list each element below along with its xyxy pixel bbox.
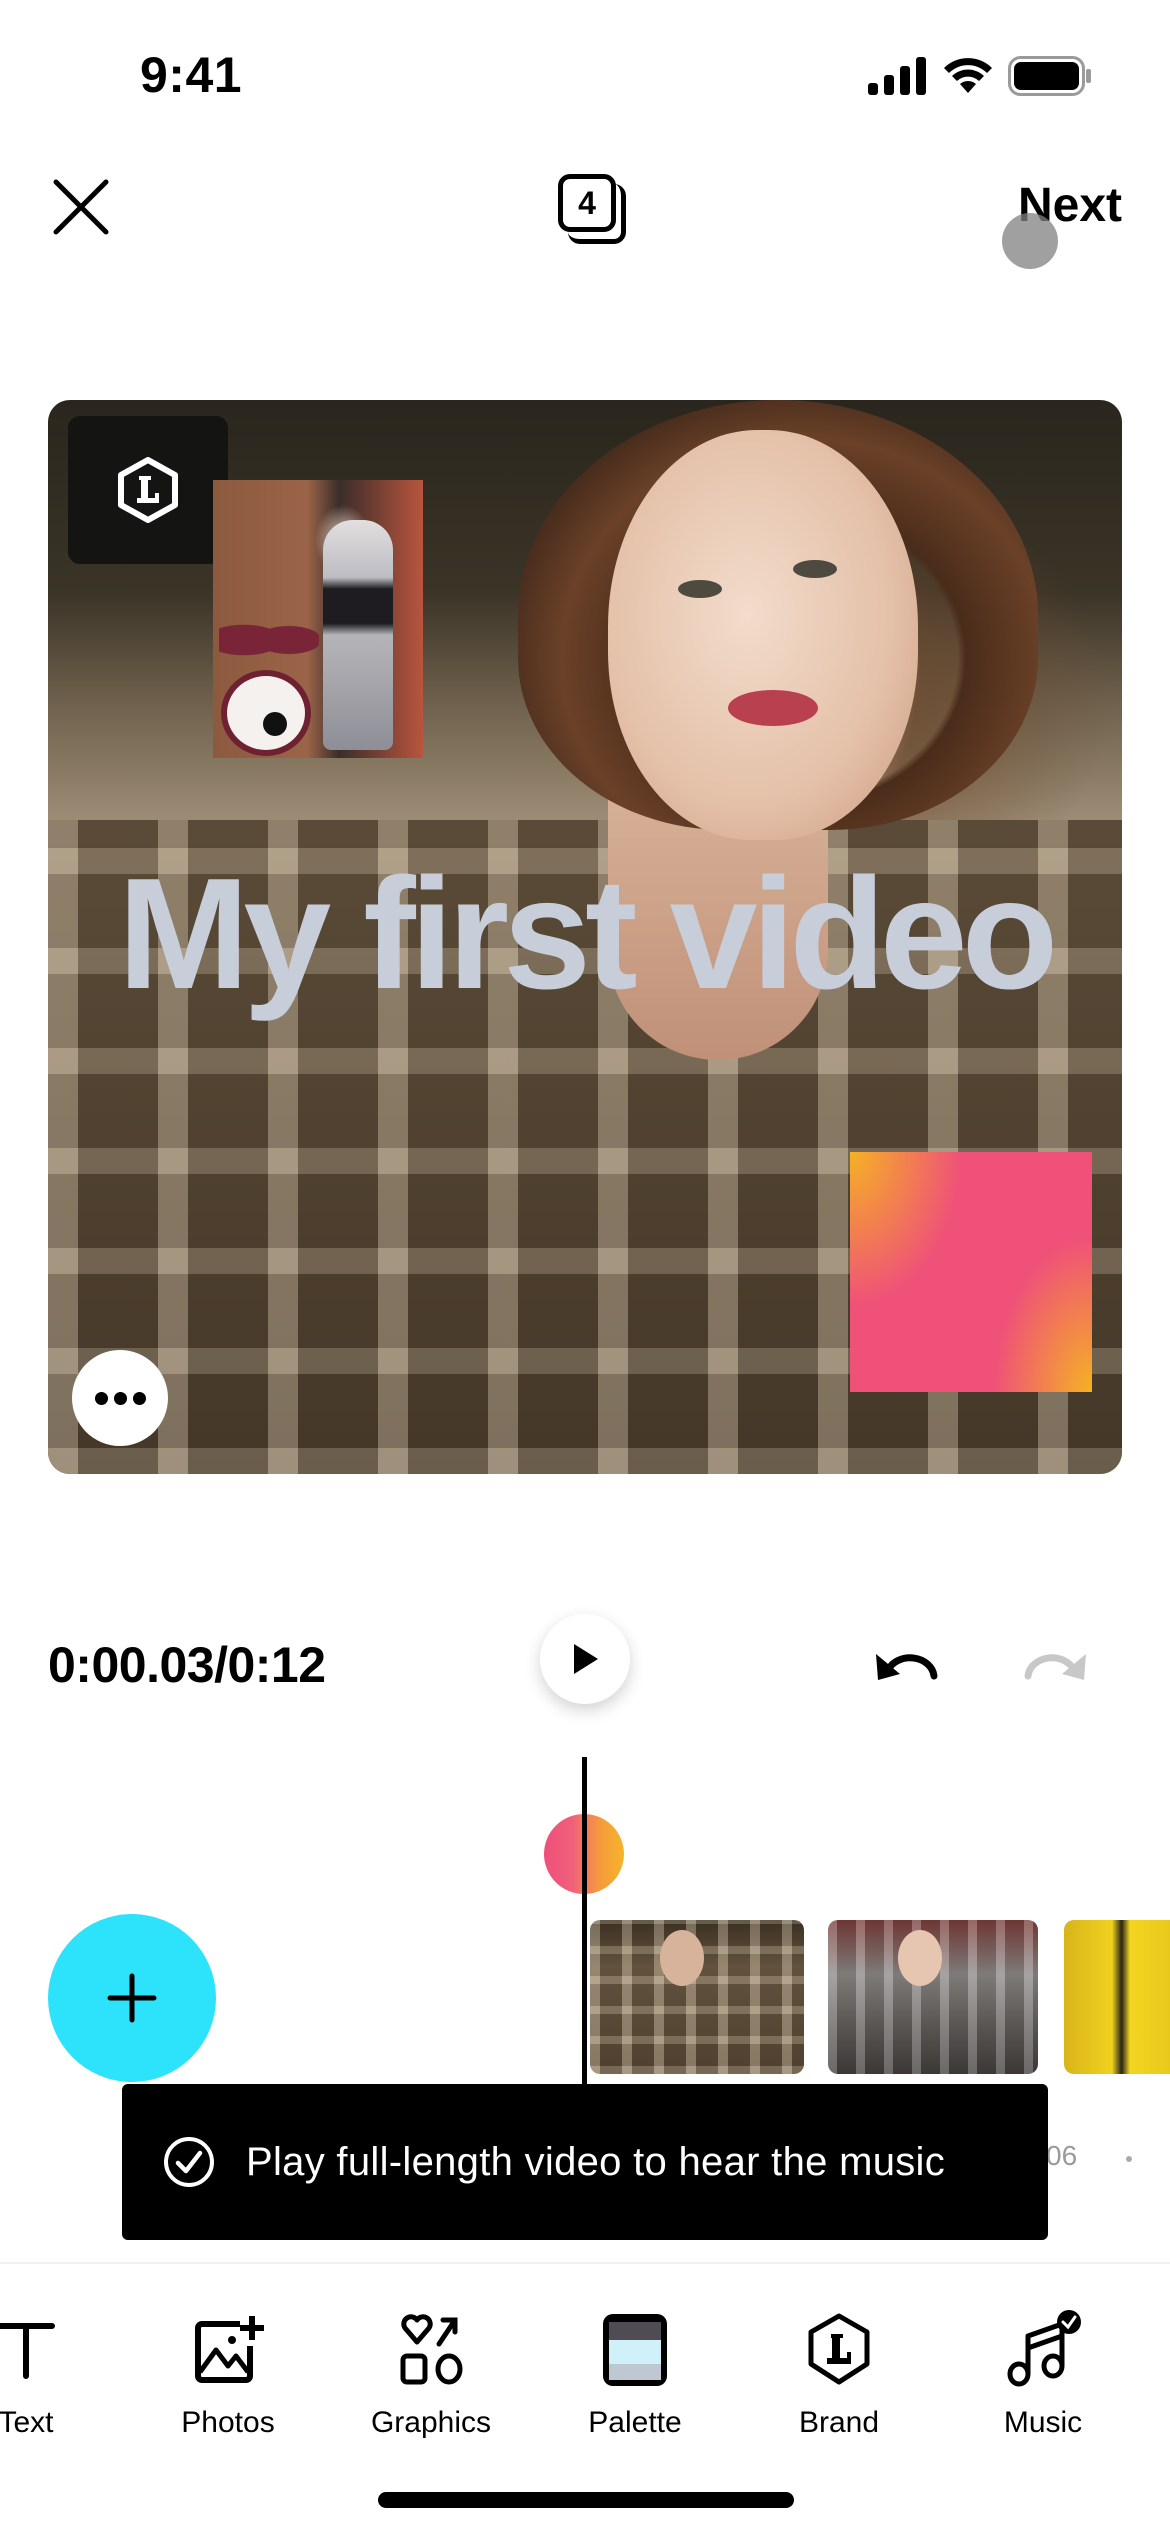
background-photo-face	[608, 430, 918, 840]
timeline-tick-dot	[1126, 2156, 1132, 2162]
timeline-clip[interactable]	[1064, 1920, 1170, 2074]
add-photo-icon	[195, 2316, 264, 2383]
close-icon	[53, 179, 109, 235]
bass-drum	[221, 670, 311, 756]
status-time: 9:41	[140, 47, 243, 103]
eye	[678, 580, 722, 598]
tool-palette[interactable]: Palette	[545, 2310, 725, 2440]
page-count: 4	[558, 174, 616, 232]
tool-text[interactable]: Text	[0, 2310, 116, 2440]
play-icon	[574, 1644, 598, 1674]
close-button[interactable]	[50, 176, 112, 238]
undo-icon	[876, 1654, 938, 1680]
tool-brand[interactable]: Brand	[749, 2310, 929, 2440]
pages-button[interactable]: 4	[556, 172, 632, 248]
time-readout: 0:00.03/0:12	[48, 1637, 326, 1693]
video-canvas[interactable]: My first video	[48, 400, 1122, 1474]
clip-thumbnail-face	[660, 1930, 704, 1986]
battery-icon	[1008, 56, 1091, 96]
palette-icon	[603, 2314, 667, 2386]
toolbar-divider	[0, 2262, 1170, 2264]
clip-thumbnail-face	[898, 1930, 942, 1986]
inset-photo-element[interactable]	[213, 480, 423, 758]
undo-button[interactable]	[872, 1640, 944, 1684]
plus-icon	[107, 1973, 157, 2023]
tool-label: Brand	[798, 2406, 880, 2439]
status-icons	[868, 56, 1092, 96]
graphics-shapes-icon	[400, 2314, 463, 2385]
brand-hexagon-icon	[808, 2313, 870, 2385]
eye	[793, 560, 837, 578]
more-options-button[interactable]	[72, 1350, 168, 1446]
home-indicator[interactable]	[378, 2492, 794, 2508]
tool-label: Palette	[588, 2406, 682, 2439]
tool-label: Photos	[181, 2406, 275, 2439]
music-note-icon	[1007, 2310, 1081, 2387]
timeline-clip[interactable]	[590, 1920, 804, 2074]
tool-photos[interactable]: Photos	[138, 2310, 318, 2440]
more-dot	[94, 1391, 108, 1405]
redo-button[interactable]	[1018, 1640, 1090, 1684]
background-photo-lips	[728, 690, 818, 726]
timeline-playhead[interactable]	[582, 1757, 587, 2087]
music-check-badge	[1057, 2310, 1081, 2334]
play-button[interactable]	[540, 1614, 630, 1704]
tool-music[interactable]: Music	[953, 2310, 1133, 2440]
tool-label: Graphics	[370, 2406, 492, 2439]
canvas-title-text[interactable]: My first video	[48, 855, 1122, 1013]
text-icon	[0, 2323, 55, 2379]
gradient-shape-element[interactable]	[850, 1152, 1092, 1392]
redo-icon	[1024, 1654, 1086, 1680]
cellular-signal-icon	[868, 57, 926, 95]
drum-toms	[219, 610, 319, 670]
more-dot	[132, 1391, 146, 1405]
brand-logo-element[interactable]	[68, 416, 228, 564]
check-circle-icon	[164, 2137, 214, 2187]
touch-indicator	[1002, 213, 1058, 269]
brand-logo-icon	[118, 457, 178, 523]
wifi-icon	[944, 58, 992, 93]
person-figure	[323, 520, 393, 750]
toast-notification: Play full-length video to hear the music	[122, 2084, 1048, 2240]
tool-graphics[interactable]: Graphics	[341, 2310, 521, 2440]
timeline-tick-label: 06	[1046, 2140, 1078, 2171]
timeline-clip[interactable]	[828, 1920, 1038, 2074]
add-clip-button[interactable]	[48, 1914, 216, 2082]
more-dot	[113, 1391, 127, 1405]
toast-message: Play full-length video to hear the music	[246, 2139, 946, 2184]
tool-label: Text	[0, 2406, 54, 2439]
tool-label: Music	[1003, 2406, 1083, 2439]
